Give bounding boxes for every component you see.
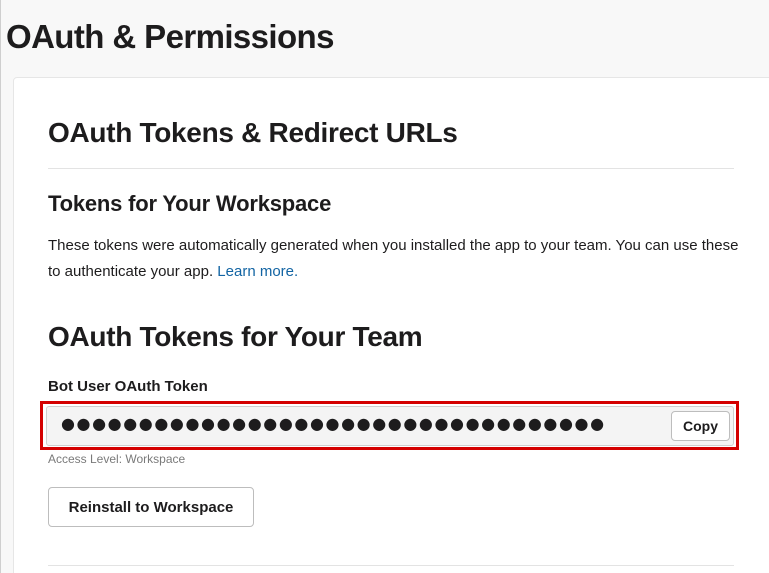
bot-token-field[interactable]: ●●●●●●●●●●●●●●●●●●●●●●●●●●●●●●●●●●● Copy [46, 406, 734, 446]
copy-button[interactable]: Copy [671, 411, 730, 441]
page-title: OAuth & Permissions [6, 18, 334, 55]
section-title: OAuth Tokens & Redirect URLs [48, 117, 458, 148]
access-level-text: Access Level: Workspace [48, 452, 186, 466]
bot-token-masked-value[interactable]: ●●●●●●●●●●●●●●●●●●●●●●●●●●●●●●●●●●● [61, 414, 606, 433]
team-tokens-title: OAuth Tokens for Your Team [48, 321, 423, 352]
window-left-edge [0, 0, 1, 573]
workspace-tokens-title: Tokens for Your Workspace [48, 191, 332, 216]
bot-token-label: Bot User OAuth Token [48, 378, 208, 395]
section-divider [48, 168, 734, 169]
workspace-tokens-description: These tokens were automatically generate… [48, 233, 748, 285]
oauth-permissions-page: OAuth & Permissions OAuth Tokens & Redir… [0, 0, 769, 573]
reinstall-to-workspace-button[interactable]: Reinstall to Workspace [48, 487, 254, 527]
learn-more-link[interactable]: Learn more. [217, 263, 298, 280]
bottom-divider [48, 565, 734, 566]
description-text: These tokens were automatically generate… [48, 237, 739, 280]
